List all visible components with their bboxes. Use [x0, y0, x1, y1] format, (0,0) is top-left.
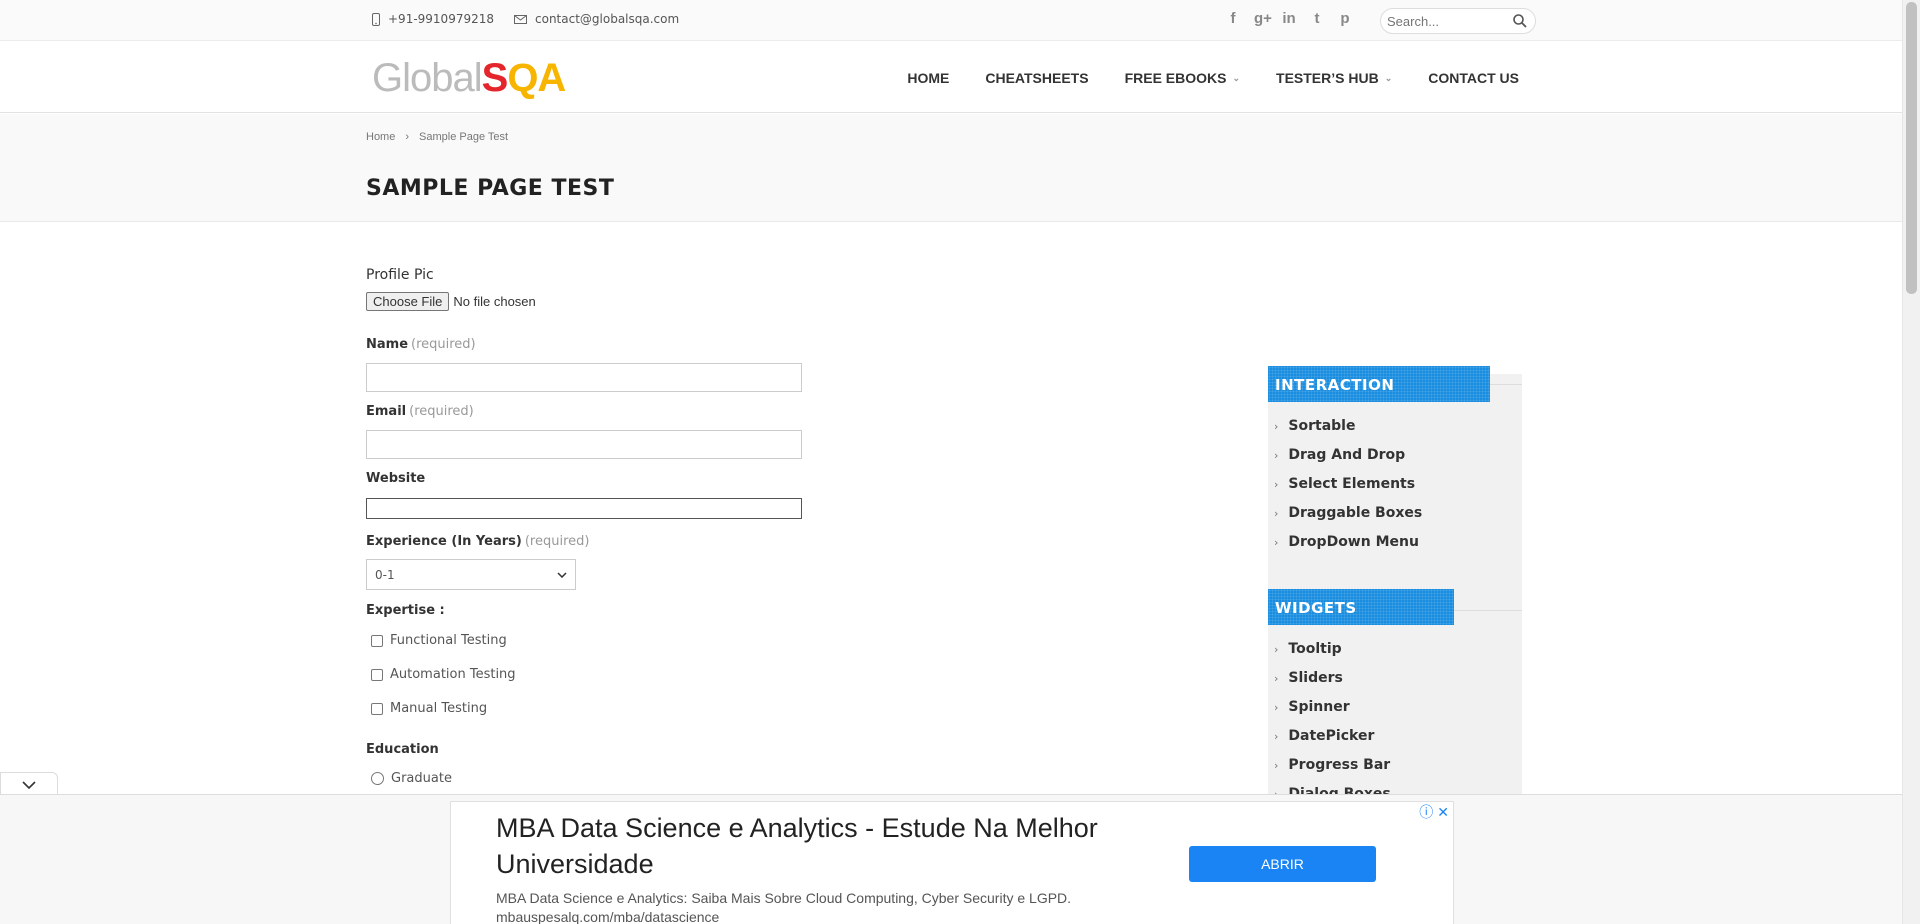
sidebar-item-dropdown-menu[interactable]: › DropDown Menu: [1274, 534, 1419, 550]
search-box: [1380, 8, 1536, 34]
education-label: Education: [366, 742, 439, 757]
breadcrumb-current: Sample Page Test: [419, 131, 509, 143]
email-label: Email (required): [366, 404, 474, 419]
search-input[interactable]: [1387, 9, 1507, 33]
sidebar-item-drag-and-drop[interactable]: › Drag And Drop: [1274, 447, 1405, 463]
chevron-right-icon: ›: [1274, 642, 1279, 656]
chevron-right-icon: ›: [1274, 700, 1279, 714]
info-icon[interactable]: ⓘ: [1419, 802, 1433, 822]
experience-label: Experience (In Years) (required): [366, 534, 590, 549]
checkbox[interactable]: [371, 668, 383, 681]
ad-bar: MBA Data Science e Analytics - Estude Na…: [0, 794, 1902, 924]
site-logo[interactable]: GlobalSQA: [372, 56, 566, 101]
website-label: Website: [366, 471, 426, 486]
page-header: Home › Sample Page Test SAMPLE PAGE TEST: [0, 114, 1902, 222]
website-field[interactable]: [366, 498, 802, 519]
chevron-right-icon: ›: [1274, 671, 1279, 685]
pinterest-icon[interactable]: p: [1338, 10, 1352, 27]
nav-testers-hub[interactable]: TESTER’S HUB ⌄: [1276, 70, 1392, 86]
sidebar-item-spinner[interactable]: › Spinner: [1274, 699, 1350, 715]
nav-home[interactable]: HOME: [907, 70, 949, 86]
checkbox[interactable]: [371, 634, 383, 647]
name-label: Name (required): [366, 337, 476, 352]
social-links: f g+ in t p: [1226, 10, 1352, 27]
chevron-right-icon: ›: [1274, 477, 1279, 491]
twitter-icon[interactable]: t: [1310, 10, 1324, 27]
expertise-option[interactable]: Manual Testing: [371, 701, 487, 716]
nav-free-ebooks[interactable]: FREE EBOOKS ⌄: [1125, 70, 1240, 86]
sidebar-item-sliders[interactable]: › Sliders: [1274, 670, 1343, 686]
top-bar: +91-9910979218 contact@globalsqa.com f g…: [0, 0, 1902, 41]
name-field[interactable]: [366, 363, 802, 392]
page-title: SAMPLE PAGE TEST: [366, 176, 615, 201]
expertise-option[interactable]: Functional Testing: [371, 633, 507, 648]
sidebar-item-draggable-boxes[interactable]: › Draggable Boxes: [1274, 505, 1422, 521]
ad-collapse-tab[interactable]: [0, 772, 58, 796]
chevron-right-icon: ›: [1274, 448, 1279, 462]
google-plus-icon[interactable]: g+: [1254, 10, 1272, 27]
experience-select[interactable]: 0-1: [366, 559, 576, 590]
facebook-icon[interactable]: f: [1226, 10, 1240, 27]
checkbox[interactable]: [371, 702, 383, 715]
ad-controls: ⓘ ✕: [1419, 802, 1449, 822]
chevron-down-icon: [22, 780, 36, 789]
chevron-down-icon: ⌄: [1384, 72, 1393, 83]
chevron-down-icon: ⌄: [1232, 72, 1241, 83]
breadcrumb: Home › Sample Page Test: [366, 131, 509, 143]
vertical-scrollbar[interactable]: [1902, 0, 1920, 924]
site-header: GlobalSQA HOME CHEATSHEETS FREE EBOOKS ⌄ …: [0, 42, 1902, 113]
sidebar-item-tooltip[interactable]: › Tooltip: [1274, 641, 1342, 657]
sidebar-item-datepicker[interactable]: › DatePicker: [1274, 728, 1374, 744]
chevron-right-icon: ›: [1274, 506, 1279, 520]
sidebar-item-sortable[interactable]: › Sortable: [1274, 418, 1355, 434]
chevron-right-icon: ›: [1274, 729, 1279, 743]
profile-pic-label: Profile Pic: [366, 267, 434, 283]
chevron-right-icon: ›: [1274, 535, 1279, 549]
chevron-right-icon: ›: [1274, 758, 1279, 772]
nav-contact-us[interactable]: CONTACT US: [1428, 70, 1519, 86]
sidebar: INTERACTION › Sortable › Drag And Drop › Se…: [1268, 366, 1522, 802]
ad-headline[interactable]: MBA Data Science e Analytics - Estude Na…: [496, 810, 1156, 882]
interaction-heading: INTERACTION: [1268, 366, 1490, 402]
scrollbar-thumb[interactable]: [1906, 2, 1917, 294]
sidebar-item-select-elements[interactable]: › Select Elements: [1274, 476, 1415, 492]
main-nav: HOME CHEATSHEETS FREE EBOOKS ⌄ TESTER’S H…: [907, 70, 1519, 86]
sidebar-item-progress-bar[interactable]: › Progress Bar: [1274, 757, 1390, 773]
education-option[interactable]: Graduate: [371, 771, 452, 786]
mail-icon: [514, 14, 528, 24]
expertise-label: Expertise :: [366, 603, 445, 618]
chevron-right-icon: ›: [1274, 419, 1279, 433]
email-contact[interactable]: contact@globalsqa.com: [514, 12, 679, 26]
ad-url[interactable]: mbauspesalq.com/mba/datascience: [496, 909, 719, 924]
choose-file-button[interactable]: Choose File: [366, 292, 450, 311]
email-field[interactable]: [366, 430, 802, 459]
phone-icon: [372, 12, 380, 26]
chevron-down-icon: [557, 571, 567, 578]
close-icon[interactable]: ✕: [1437, 804, 1449, 821]
search-icon[interactable]: [1513, 14, 1527, 28]
file-status: No file chosen: [453, 294, 536, 309]
phone-contact: +91-9910979218: [372, 12, 494, 26]
ad-banner[interactable]: MBA Data Science e Analytics - Estude Na…: [450, 801, 1454, 924]
nav-cheatsheets[interactable]: CHEATSHEETS: [985, 70, 1088, 86]
ad-description: MBA Data Science e Analytics: Saiba Mais…: [496, 890, 1072, 906]
linkedin-icon[interactable]: in: [1282, 10, 1296, 27]
email-address[interactable]: contact@globalsqa.com: [535, 12, 679, 26]
expertise-option[interactable]: Automation Testing: [371, 667, 516, 682]
phone-number: +91-9910979218: [388, 12, 495, 26]
file-upload: Choose File No file chosen: [366, 292, 536, 311]
ad-open-button[interactable]: ABRIR: [1189, 846, 1376, 882]
breadcrumb-home[interactable]: Home: [366, 131, 395, 143]
radio-button[interactable]: [371, 772, 384, 785]
contact-info: +91-9910979218 contact@globalsqa.com: [372, 12, 699, 26]
widgets-heading: WIDGETS: [1268, 589, 1454, 625]
